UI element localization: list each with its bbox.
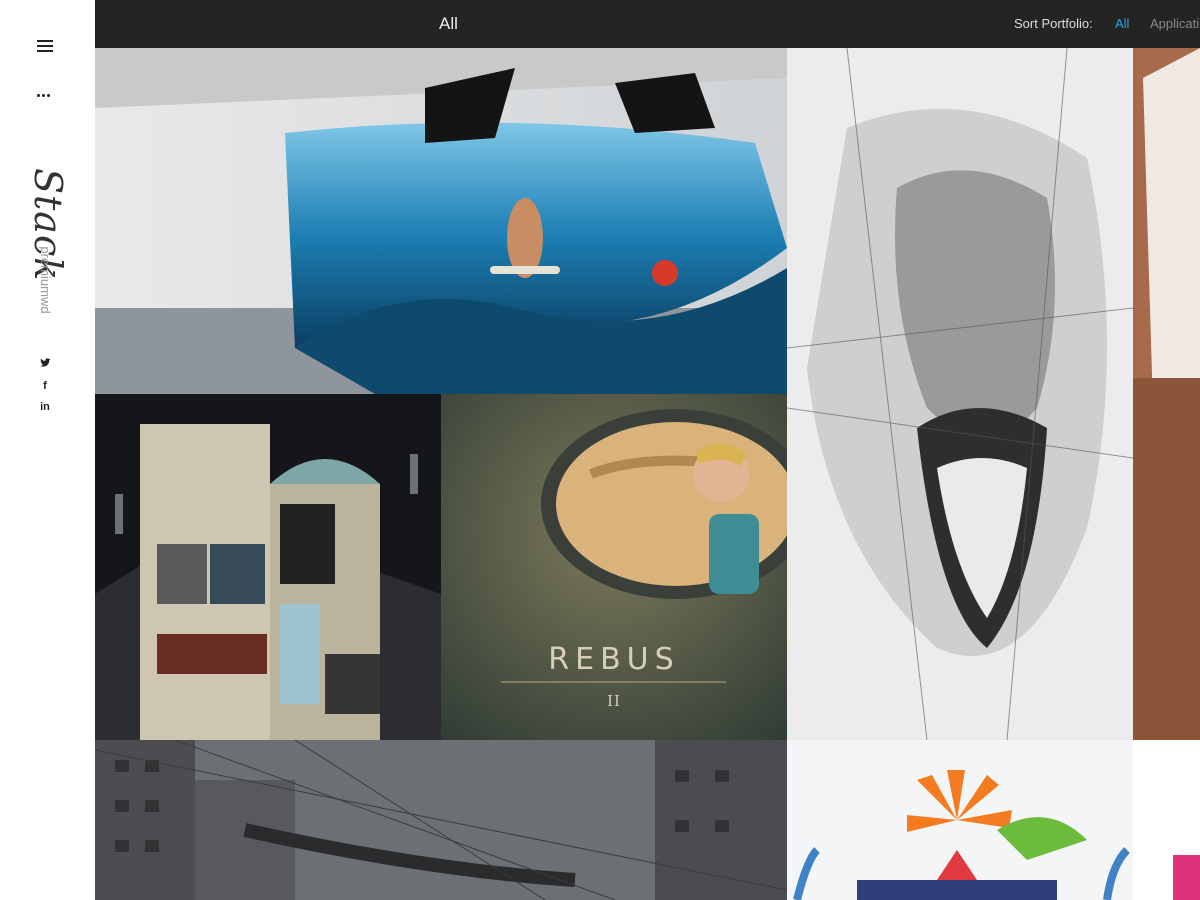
- sort-filter-all[interactable]: All: [1115, 15, 1129, 33]
- pixel-station-image: [95, 394, 441, 740]
- portfolio-item-tiger[interactable]: [787, 48, 1133, 740]
- site-tagline: premiumwd: [38, 246, 53, 314]
- colorful-3d-image: [787, 740, 1133, 900]
- facebook-icon[interactable]: f: [37, 377, 53, 395]
- partial-image: [1133, 740, 1200, 900]
- rebus-title: REBUS: [548, 642, 680, 677]
- more-dots-icon[interactable]: [37, 84, 53, 97]
- linkedin-icon[interactable]: in: [37, 398, 53, 416]
- print-image: [1133, 48, 1200, 740]
- portfolio-item-print[interactable]: [1133, 48, 1200, 740]
- sort-portfolio-label: Sort Portfolio:: [1014, 16, 1093, 31]
- top-bar: All Sort Portfolio: All Applicati: [95, 0, 1200, 48]
- portfolio-item-partial[interactable]: [1133, 740, 1200, 900]
- social-links: f in: [37, 356, 53, 419]
- portfolio-item-pixel-station[interactable]: [95, 394, 441, 740]
- portfolio-item-rebus[interactable]: REBUS II: [441, 394, 787, 740]
- rebus-image: [441, 394, 787, 740]
- sidebar: Stack premiumwd f in: [0, 0, 95, 900]
- portfolio-item-colorful-3d[interactable]: [787, 740, 1133, 900]
- hamburger-menu-icon[interactable]: [37, 40, 53, 54]
- current-filter-title: All: [439, 14, 458, 33]
- portfolio-item-ruined-city[interactable]: [95, 740, 787, 900]
- rebus-numeral: II: [607, 692, 621, 710]
- sort-filter-applications[interactable]: Applicati: [1150, 15, 1199, 33]
- twitter-icon[interactable]: [37, 356, 53, 374]
- ruined-city-image: [95, 740, 787, 900]
- surfer-image: [95, 48, 787, 394]
- tiger-sketch-image: [787, 48, 1133, 740]
- portfolio-item-surfer[interactable]: [95, 48, 787, 394]
- site-logo[interactable]: Stack: [18, 168, 78, 281]
